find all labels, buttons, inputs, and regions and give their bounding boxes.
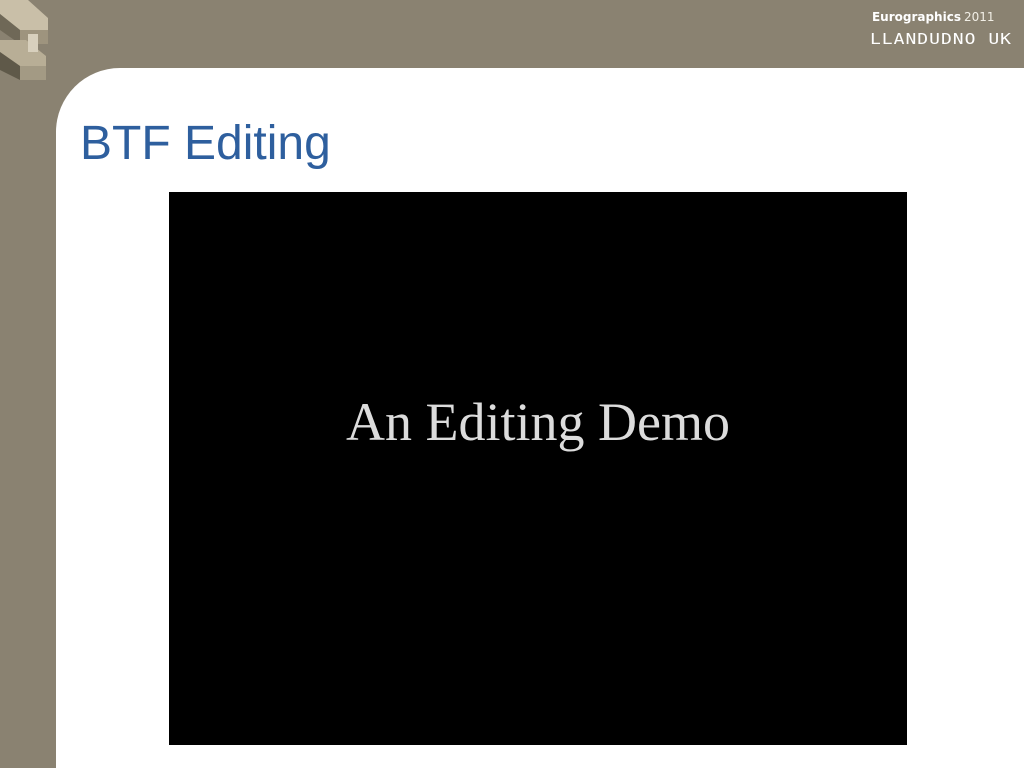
demo-video-player[interactable]: An Editing Demo [169, 192, 907, 745]
brand-location: LLANDUDNO UK [869, 30, 1012, 48]
brand-year: 2011 [963, 10, 995, 24]
video-caption: An Editing Demo [346, 392, 730, 452]
slide-title: BTF Editing [80, 117, 331, 170]
eurographics-logo-icon [0, 0, 48, 80]
brand-name-line: Eurographics 2011 [872, 9, 1012, 25]
conference-brand: Eurographics 2011 LLANDUDNO UK [870, 9, 1012, 51]
slide: Eurographics 2011 LLANDUDNO UK BTF Editin… [0, 0, 1024, 768]
brand-name: Eurographics [871, 10, 961, 24]
